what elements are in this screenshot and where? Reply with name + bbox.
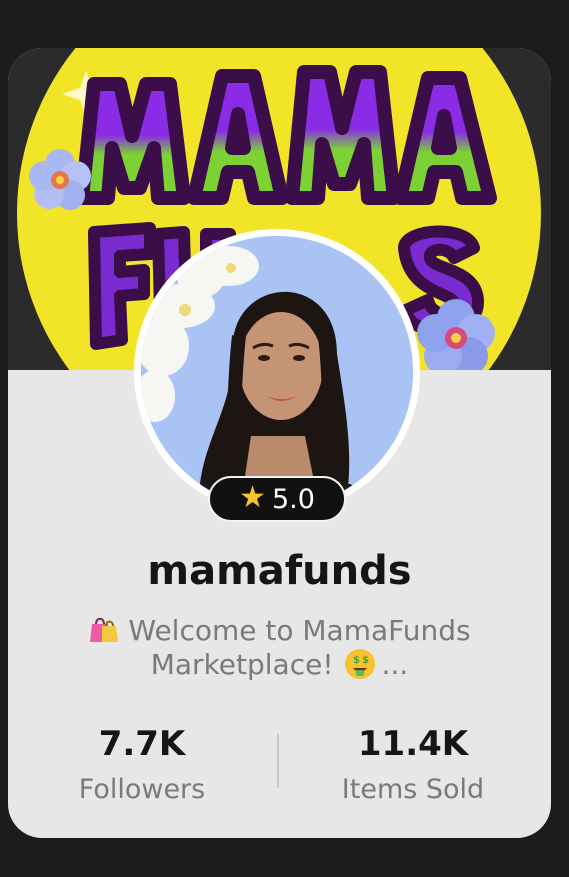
items-sold-count: 11.4K — [357, 724, 469, 764]
bio-line-2: Marketplace! — [150, 648, 334, 681]
svg-text:$: $ — [353, 655, 360, 666]
stats-divider — [277, 734, 279, 788]
followers-label: Followers — [78, 774, 206, 805]
avatar-photo — [141, 236, 413, 508]
rating-value: 5.0 — [271, 483, 315, 515]
star-icon: ★ — [239, 480, 266, 514]
username: mamafunds — [147, 548, 412, 594]
shopping-bags-icon — [88, 614, 120, 644]
items-sold-label: Items Sold — [341, 774, 485, 805]
bio-ellipsis: ... — [381, 648, 409, 681]
followers-stat[interactable]: 7.7K Followers — [22, 724, 262, 805]
avatar[interactable] — [141, 236, 413, 508]
profile-bio[interactable]: Welcome to MamaFunds Marketplace! $ $ ..… — [48, 614, 511, 682]
items-sold-stat[interactable]: 11.4K Items Sold — [293, 724, 533, 805]
bio-line-1: Welcome to MamaFunds — [128, 614, 471, 647]
svg-text:$: $ — [362, 655, 369, 666]
money-mouth-face-icon: $ $ — [344, 648, 376, 680]
profile-card: ★ 5.0 mamafunds Welcome to MamaFunds Mar… — [8, 48, 551, 838]
rating-badge: ★ 5.0 — [208, 476, 346, 522]
followers-count: 7.7K — [98, 724, 186, 764]
